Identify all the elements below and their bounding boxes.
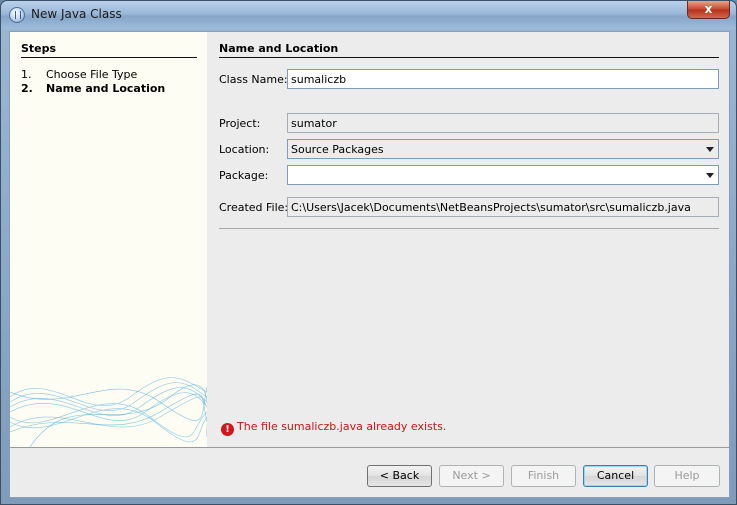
button-bar-separator	[10, 447, 729, 448]
chevron-down-icon[interactable]	[706, 173, 714, 178]
window-title: New Java Class	[31, 7, 122, 21]
error-icon: !	[221, 423, 234, 436]
dialog-client-area: Steps 1. Choose File Type 2. Name and Loca…	[9, 31, 730, 498]
decorative-wave-graphic	[10, 377, 207, 447]
steps-panel: Steps 1. Choose File Type 2. Name and Loca…	[10, 32, 207, 447]
created-file-label: Created File:	[219, 201, 289, 214]
location-label: Location:	[219, 143, 270, 156]
name-and-location-form: Name and Location Class Name: sumaliczb …	[219, 32, 721, 447]
location-selected-value: Source Packages	[291, 143, 384, 156]
step-number: 2.	[21, 82, 33, 95]
step-name-and-location: 2. Name and Location	[21, 82, 165, 95]
dialog-window: New Java Class x Steps 1. Choose File Typ…	[0, 0, 737, 505]
help-button[interactable]: Help	[654, 465, 720, 487]
close-button[interactable]: x	[687, 1, 730, 19]
package-label: Package:	[219, 169, 269, 182]
finish-button[interactable]: Finish	[511, 465, 576, 487]
project-field: sumator	[287, 113, 719, 133]
netbeans-app-icon	[9, 7, 25, 23]
error-message: ! The file sumaliczb.java already exists.	[221, 420, 446, 436]
error-text: The file sumaliczb.java already exists.	[237, 420, 447, 433]
next-button[interactable]: Next >	[439, 465, 504, 487]
back-button[interactable]: < Back	[367, 465, 432, 487]
form-separator	[219, 228, 719, 229]
project-label: Project:	[219, 117, 261, 130]
class-name-input[interactable]: sumaliczb	[287, 69, 719, 89]
location-select[interactable]: Source Packages	[287, 139, 719, 159]
step-label: Choose File Type	[46, 68, 138, 81]
class-name-label: Class Name:	[219, 73, 288, 86]
chevron-down-icon[interactable]	[706, 147, 714, 152]
package-combobox[interactable]	[287, 165, 719, 185]
title-bar[interactable]: New Java Class x	[1, 1, 736, 29]
cancel-button[interactable]: Cancel	[583, 465, 648, 487]
created-file-field: C:\Users\Jacek\Documents\NetBeansProject…	[287, 197, 719, 217]
step-choose-file-type: 1. Choose File Type	[21, 68, 137, 81]
step-label: Name and Location	[46, 82, 166, 95]
form-title: Name and Location	[219, 42, 719, 58]
step-number: 1.	[21, 68, 32, 81]
steps-title: Steps	[21, 42, 197, 58]
